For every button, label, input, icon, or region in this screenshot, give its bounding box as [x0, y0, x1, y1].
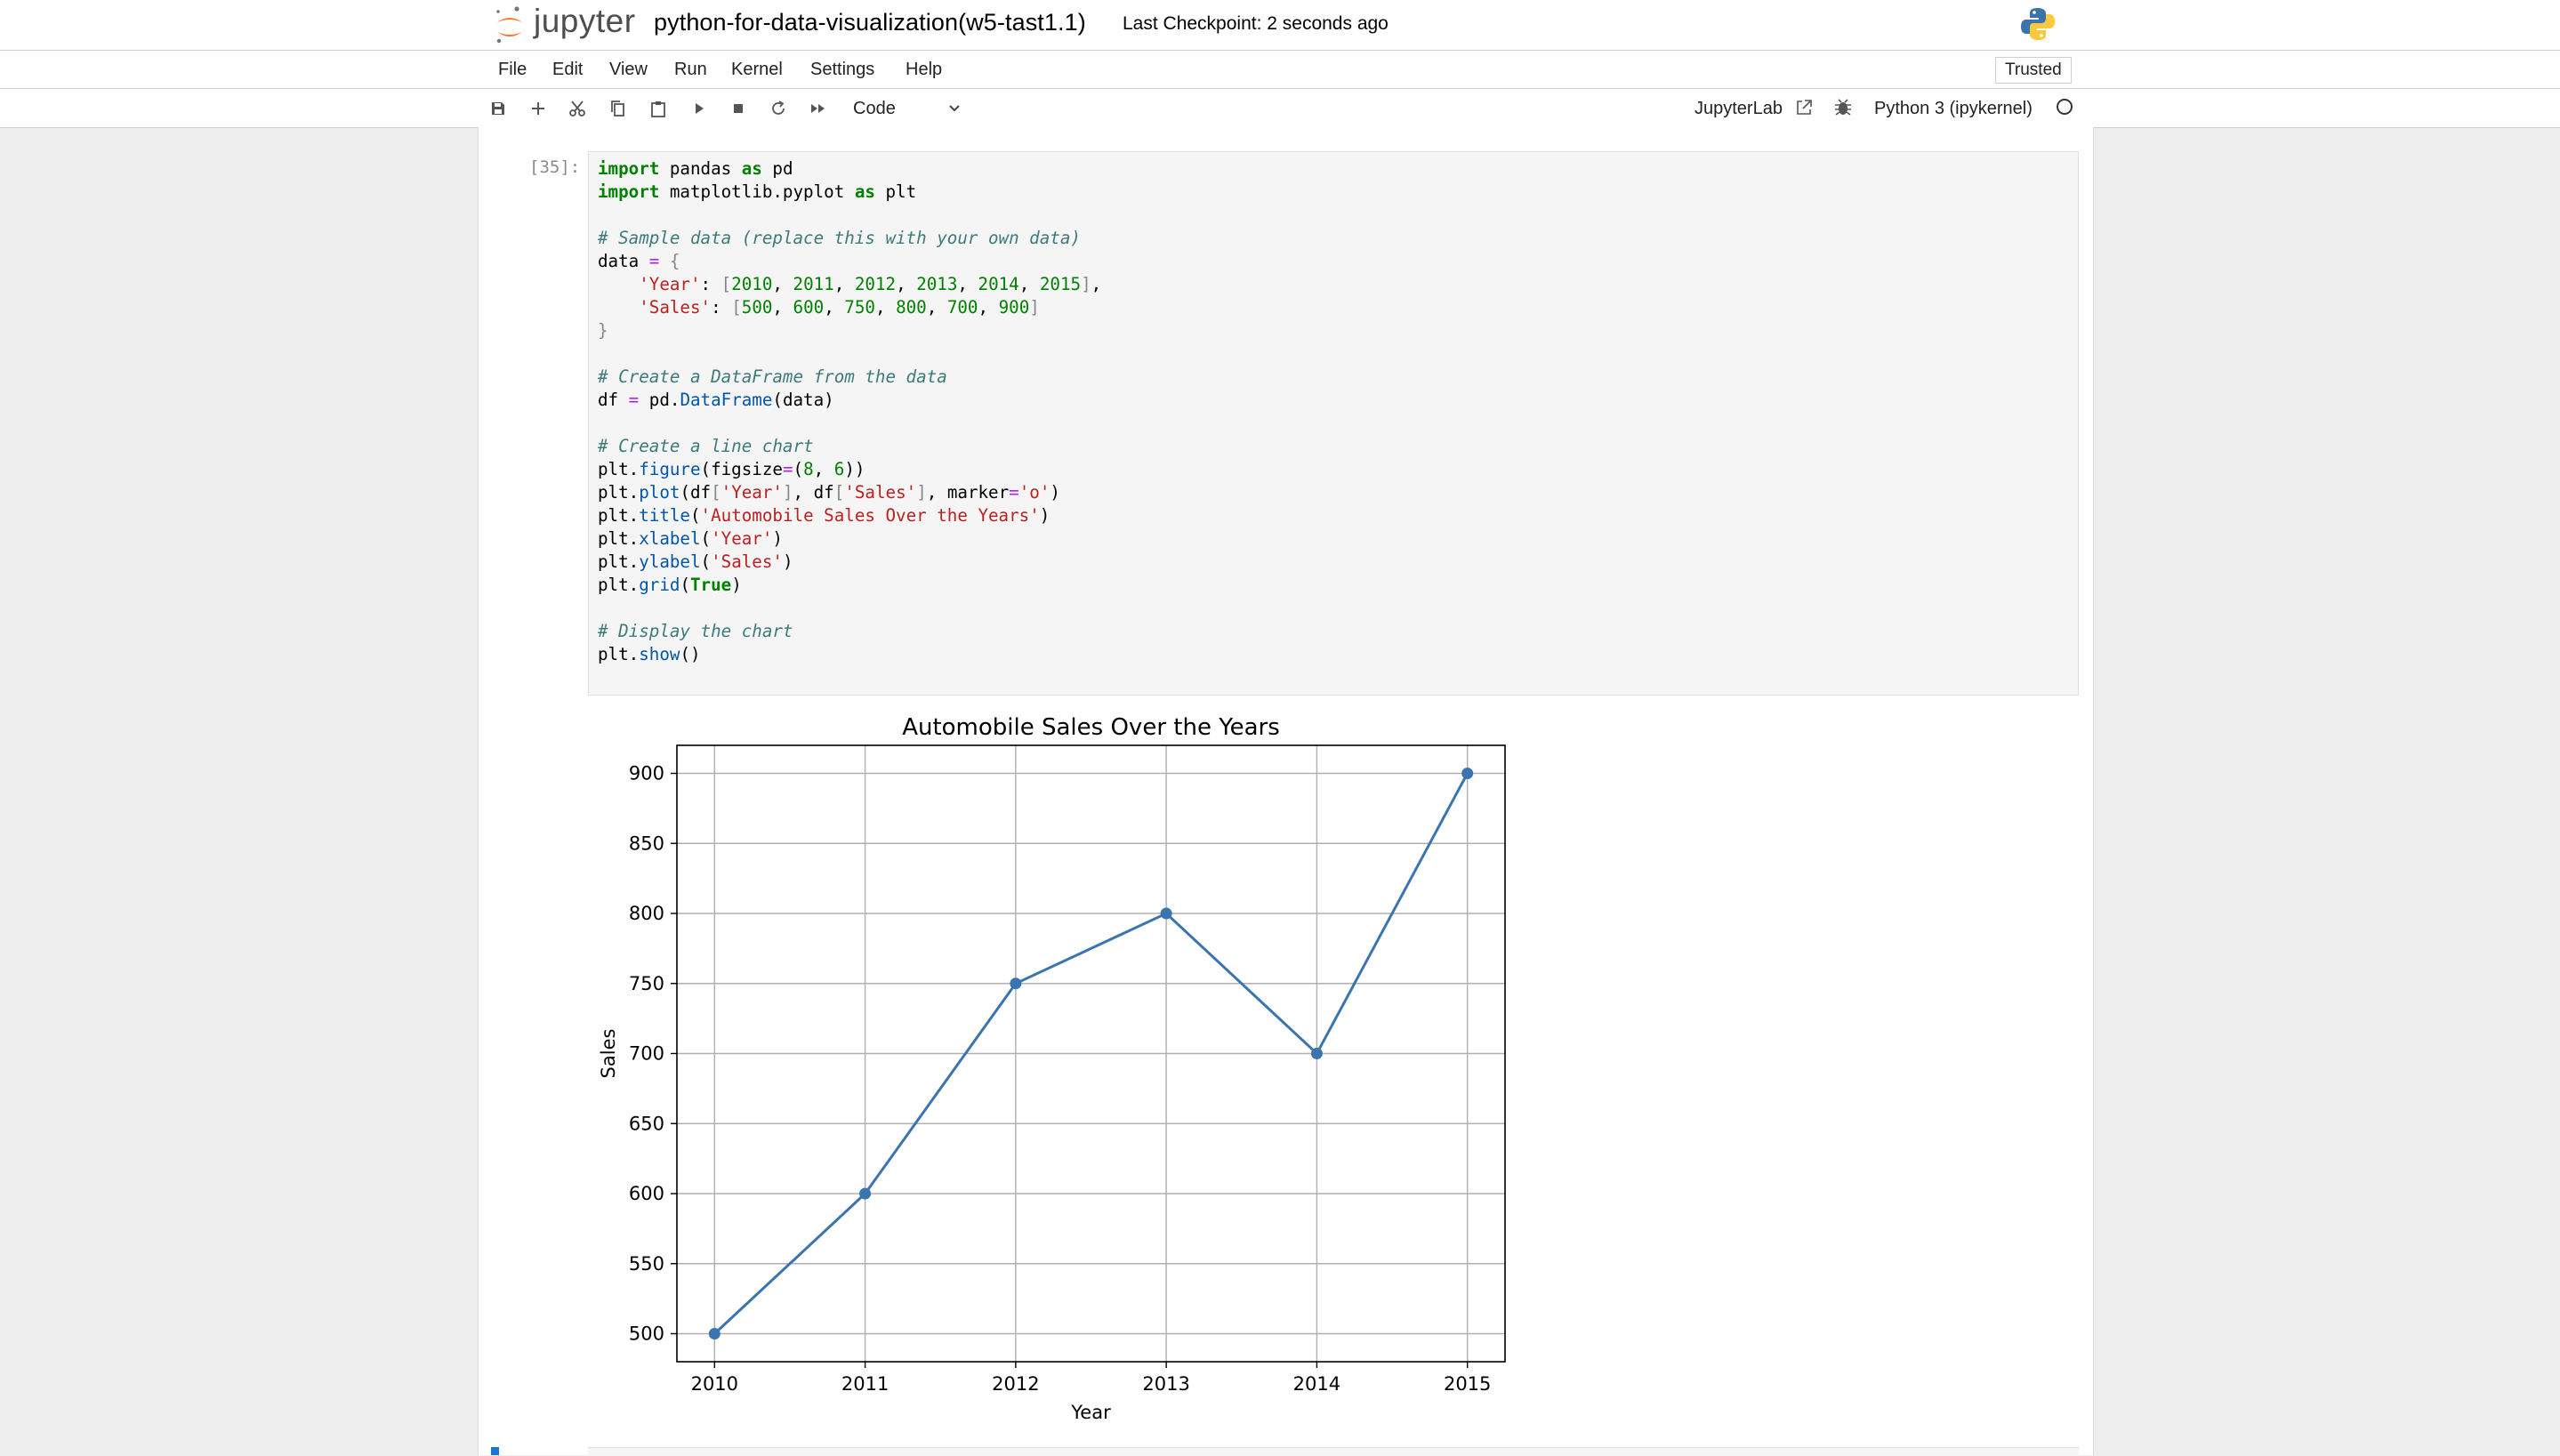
menu-view[interactable]: View: [609, 60, 648, 80]
chevron-down-icon: [947, 96, 962, 128]
copy-icon[interactable]: [606, 96, 631, 121]
code-line: df = pd.DataFrame(data): [598, 390, 834, 410]
data-point: [708, 1328, 721, 1339]
code-block[interactable]: import pandas as pd import matplotlib.py…: [598, 157, 1101, 666]
code-line: plt.figure(figsize=(8, 6)): [598, 459, 865, 479]
code-line: 'Year': [2010, 2011, 2012, 2013, 2014, 2…: [639, 274, 1102, 294]
paste-icon[interactable]: [646, 96, 671, 121]
line-chart: 2010 2011 2012 2013 2014 2015 500 550 600 650 700 7…: [598, 714, 1506, 1423]
restart-icon[interactable]: [766, 96, 791, 121]
code-line: plt.grid(True): [598, 575, 742, 595]
menu-run[interactable]: Run: [674, 60, 707, 80]
active-cell-marker: [491, 1447, 499, 1455]
code-cell-editor[interactable]: import pandas as pd import matplotlib.py…: [588, 151, 2079, 696]
code-line: # Create a DataFrame from the data: [598, 366, 947, 387]
stop-icon[interactable]: [726, 96, 751, 121]
data-point: [1160, 907, 1172, 920]
code-line: 'Sales': [500, 600, 750, 800, 700, 900]: [639, 297, 1040, 318]
cut-icon[interactable]: [565, 96, 590, 121]
add-cell-icon[interactable]: [526, 96, 551, 121]
x-axis-label: Year: [1070, 1402, 1111, 1423]
notebook-title[interactable]: python-for-data-visualization(w5-tast1.1…: [654, 9, 1086, 36]
jupyter-logo-icon: [496, 6, 522, 44]
y-axis-label: Sales: [598, 1029, 619, 1079]
debugger-bug-icon[interactable]: [1834, 98, 1852, 122]
code-line: data = {: [598, 251, 680, 271]
cell-type-select[interactable]: Code: [849, 96, 965, 121]
y-tick-label: 900: [629, 763, 664, 784]
y-tick-label: 650: [629, 1113, 664, 1134]
y-tick-label: 500: [629, 1323, 664, 1345]
code-line: # Display the chart: [598, 621, 793, 641]
external-link-icon[interactable]: [1794, 98, 1814, 122]
data-point: [1310, 1048, 1323, 1059]
code-line: plt.plot(df['Year'], df['Sales'], marker…: [598, 482, 1060, 503]
x-tick-label: 2013: [1142, 1373, 1189, 1395]
x-tick-label: 2014: [1293, 1373, 1340, 1395]
data-point: [1461, 768, 1474, 779]
menu-edit[interactable]: Edit: [552, 60, 583, 80]
kernel-status-icon: [2057, 99, 2073, 115]
data-point: [1010, 977, 1022, 990]
kernel-name[interactable]: Python 3 (ipykernel): [1874, 96, 2033, 121]
code-line: }: [598, 320, 608, 341]
cell-type-value: Code: [853, 99, 896, 118]
y-tick-label: 800: [629, 903, 664, 924]
menu-help[interactable]: Help: [906, 60, 942, 80]
x-tick-label: 2011: [841, 1373, 889, 1395]
code-line: plt.ylabel('Sales'): [598, 551, 793, 572]
code-line: # Create a line chart: [598, 436, 814, 456]
python-logo-icon: [2019, 5, 2057, 47]
top-bar: jupyter python-for-data-visualization(w5…: [0, 0, 2560, 51]
y-tick-label: 600: [629, 1183, 664, 1204]
y-tick-label: 750: [629, 973, 664, 994]
jupyter-logo[interactable]: jupyter: [495, 3, 636, 44]
code-line: import pandas as pd: [598, 158, 793, 179]
y-tick-label: 850: [629, 833, 664, 854]
menu-bar: File Edit View Run Kernel Settings Help …: [0, 51, 2560, 89]
menu-kernel[interactable]: Kernel: [731, 60, 783, 80]
data-point: [859, 1187, 872, 1200]
x-tick-label: 2012: [992, 1373, 1039, 1395]
notebook-toolbar: Code JupyterLab Python 3 (ipykernel): [0, 89, 2560, 128]
fast-forward-icon[interactable]: [806, 96, 831, 121]
code-line: plt.title('Automobile Sales Over the Yea…: [598, 505, 1051, 526]
menu-file[interactable]: File: [498, 60, 527, 80]
code-line: # Sample data (replace this with your ow…: [598, 228, 1081, 248]
x-tick-label: 2015: [1444, 1373, 1491, 1395]
trusted-badge[interactable]: Trusted: [1995, 57, 2072, 84]
y-tick-label: 700: [629, 1043, 664, 1065]
jupyterlab-link[interactable]: JupyterLab: [1695, 96, 1783, 121]
chart-title: Automobile Sales Over the Years: [902, 714, 1280, 741]
code-line: plt.xlabel('Year'): [598, 528, 783, 549]
run-icon[interactable]: [687, 96, 712, 121]
menu-settings[interactable]: Settings: [810, 60, 874, 80]
y-tick-label: 550: [629, 1253, 664, 1275]
checkpoint-status: Last Checkpoint: 2 seconds ago: [1123, 13, 1389, 34]
x-tick-label: 2010: [691, 1373, 738, 1395]
code-line: import matplotlib.pyplot as plt: [598, 181, 917, 202]
code-line: plt.show(): [598, 644, 701, 664]
save-icon[interactable]: [486, 96, 511, 121]
execution-prompt: [35]:: [529, 157, 581, 177]
jupyter-wordmark: jupyter: [534, 3, 636, 39]
